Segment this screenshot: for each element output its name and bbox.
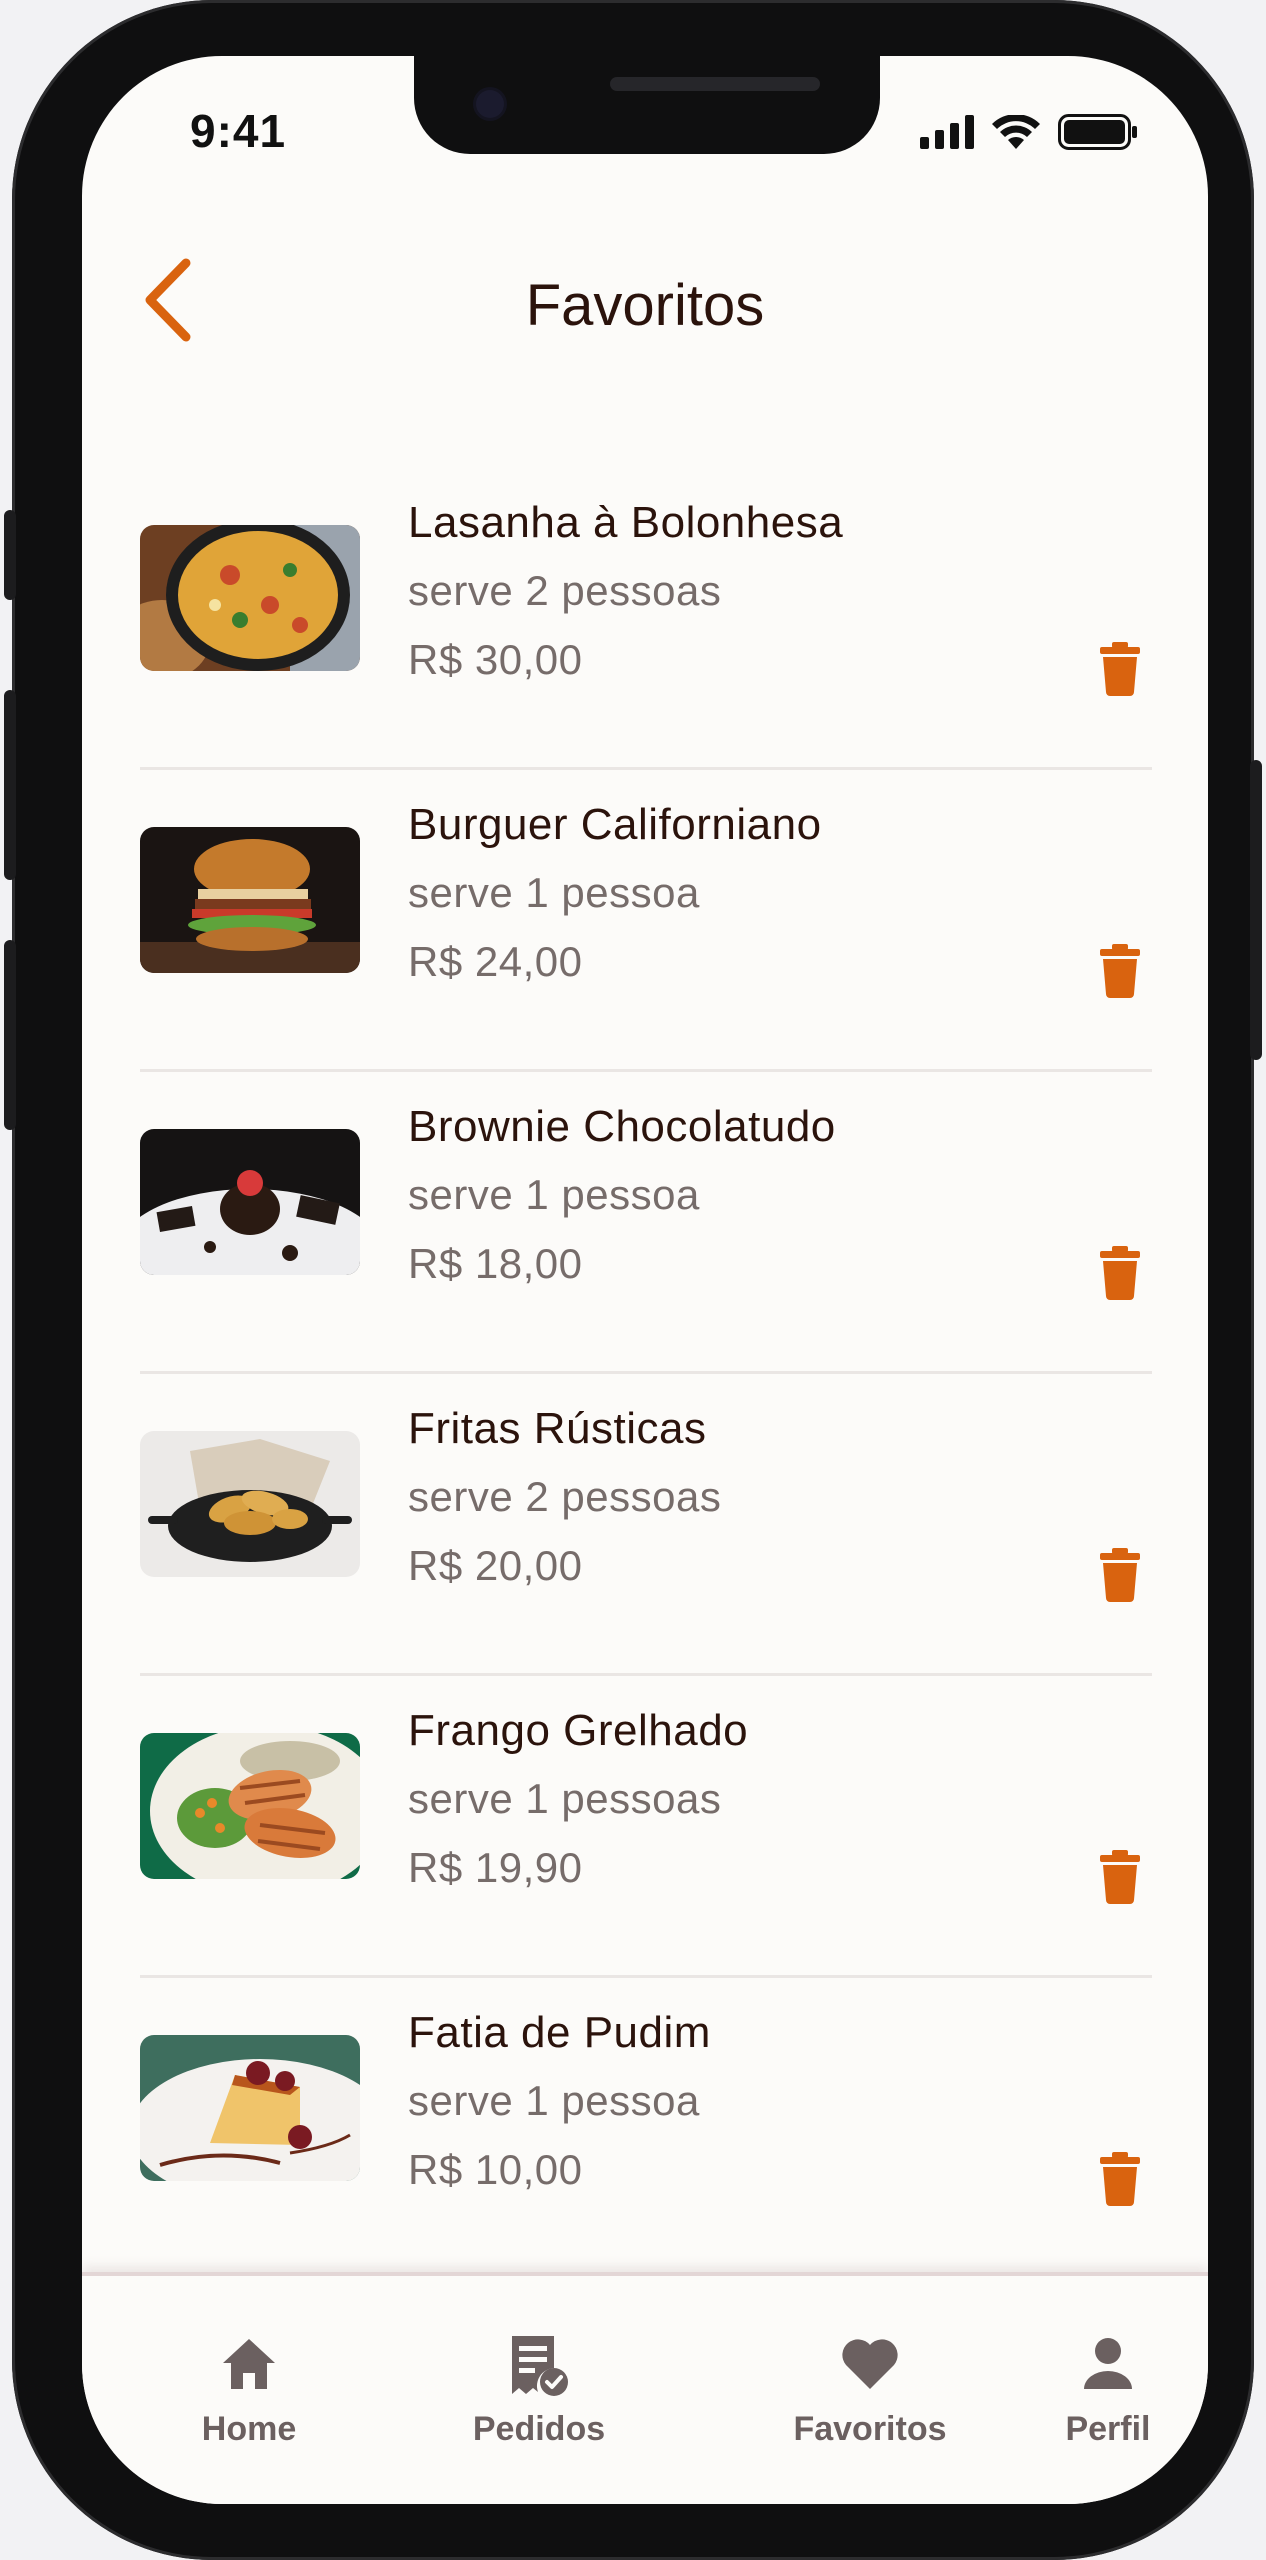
- heart-icon: [842, 2339, 898, 2389]
- item-image-brownie: [140, 1129, 360, 1275]
- item-image-frango: [140, 1733, 360, 1879]
- trash-icon: [1100, 1850, 1140, 1904]
- list-item[interactable]: Brownie Chocolatudo serve 1 pessoa R$ 18…: [140, 1072, 1152, 1374]
- item-serves: serve 1 pessoa: [408, 2077, 700, 2124]
- list-item[interactable]: Lasanha à Bolonhesa serve 2 pessoas R$ 3…: [140, 468, 1152, 770]
- tab-label: Home: [201, 2410, 297, 2448]
- trash-icon: [1100, 642, 1140, 696]
- favorites-list: Lasanha à Bolonhesa serve 2 pessoas R$ 3…: [140, 468, 1152, 2280]
- list-item[interactable]: Burguer Californiano serve 1 pessoa R$ 2…: [140, 770, 1152, 1072]
- screen: 9:41 Favoritos Lasanha à Bolonhesa serve…: [82, 56, 1208, 2504]
- home-icon: [223, 2339, 275, 2389]
- tab-orders[interactable]: Pedidos: [419, 2332, 659, 2449]
- signal-icon: [920, 115, 974, 154]
- person-icon: [1084, 2338, 1132, 2389]
- item-image-lasanha: [140, 525, 360, 671]
- power-button: [1250, 760, 1262, 1060]
- header: Favoritos: [82, 246, 1208, 356]
- delete-button[interactable]: [1090, 1844, 1150, 1910]
- page-title: Favoritos: [525, 273, 765, 338]
- item-price: R$ 20,00: [408, 1542, 583, 1589]
- phone-frame: 9:41 Favoritos Lasanha à Bolonhesa serve…: [4, 0, 1262, 2560]
- delete-button[interactable]: [1090, 2146, 1150, 2212]
- delete-button[interactable]: [1090, 1542, 1150, 1608]
- tab-home[interactable]: Home: [129, 2332, 369, 2449]
- item-name: Fatia de Pudim: [408, 2008, 711, 2057]
- tab-label: Pedidos: [472, 2410, 606, 2448]
- item-name: Fritas Rústicas: [408, 1404, 707, 1453]
- item-image-burguer: [140, 827, 360, 973]
- item-name: Frango Grelhado: [408, 1706, 749, 1755]
- volume-down-button: [4, 940, 16, 1130]
- silent-switch: [4, 510, 16, 600]
- item-price: R$ 30,00: [408, 636, 583, 683]
- trash-icon: [1100, 1246, 1140, 1300]
- delete-button[interactable]: [1090, 636, 1150, 702]
- speaker: [610, 77, 820, 91]
- wifi-icon: [992, 114, 1040, 154]
- tab-label: Perfil: [1065, 2410, 1151, 2448]
- item-price: R$ 24,00: [408, 938, 583, 985]
- item-price: R$ 10,00: [408, 2146, 583, 2193]
- list-item[interactable]: Fatia de Pudim serve 1 pessoa R$ 10,00: [140, 1978, 1152, 2280]
- tab-profile[interactable]: Perfil: [988, 2332, 1208, 2449]
- item-serves: serve 2 pessoas: [408, 567, 722, 614]
- item-serves: serve 1 pessoas: [408, 1775, 722, 1822]
- volume-up-button: [4, 690, 16, 880]
- status-time: 9:41: [190, 105, 287, 157]
- front-camera: [476, 90, 504, 118]
- receipt-check-icon: [512, 2336, 568, 2396]
- item-price: R$ 19,90: [408, 1844, 583, 1891]
- item-serves: serve 1 pessoa: [408, 1171, 700, 1218]
- delete-button[interactable]: [1090, 938, 1150, 1004]
- delete-button[interactable]: [1090, 1240, 1150, 1306]
- item-name: Lasanha à Bolonhesa: [408, 498, 844, 547]
- item-name: Brownie Chocolatudo: [408, 1102, 836, 1151]
- item-image-pudim: [140, 2035, 360, 2181]
- item-price: R$ 18,00: [408, 1240, 583, 1287]
- trash-icon: [1100, 944, 1140, 998]
- item-image-fritas: [140, 1431, 360, 1577]
- tab-bar: Home Pedidos Favoritos Perfil: [82, 2272, 1208, 2504]
- list-item[interactable]: Fritas Rústicas serve 2 pessoas R$ 20,00: [140, 1374, 1152, 1676]
- item-serves: serve 2 pessoas: [408, 1473, 722, 1520]
- item-serves: serve 1 pessoa: [408, 869, 700, 916]
- status-icons: [920, 114, 1138, 155]
- trash-icon: [1100, 1548, 1140, 1602]
- trash-icon: [1100, 2152, 1140, 2206]
- list-item[interactable]: Frango Grelhado serve 1 pessoas R$ 19,90: [140, 1676, 1152, 1978]
- battery-icon: [1058, 114, 1138, 155]
- tab-favorites[interactable]: Favoritos: [750, 2332, 990, 2449]
- item-name: Burguer Californiano: [408, 800, 822, 849]
- tab-label: Favoritos: [793, 2410, 947, 2448]
